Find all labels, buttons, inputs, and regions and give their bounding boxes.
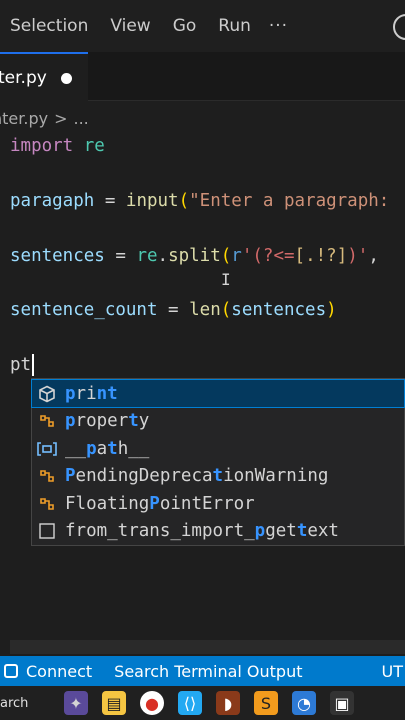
- var-paragaph: paragaph: [10, 191, 95, 211]
- operator: =: [94, 191, 126, 211]
- paren: ): [326, 300, 337, 320]
- menu-run[interactable]: Run: [218, 16, 251, 36]
- widget-icon[interactable]: ✦: [64, 691, 88, 715]
- more-menu-button[interactable]: ···: [269, 16, 288, 36]
- module-re: re: [136, 246, 158, 266]
- class-icon: [37, 494, 57, 514]
- code-line-9: pt: [10, 351, 35, 379]
- var-sentences: sentences: [10, 246, 105, 266]
- suggestion-item[interactable]: FloatingPointError: [32, 490, 404, 517]
- connect-button[interactable]: Connect: [26, 662, 92, 681]
- keyword-import: import: [10, 136, 74, 156]
- editor-tab-bar: ter.py: [0, 52, 405, 102]
- menu-view[interactable]: View: [110, 16, 150, 36]
- regex-close: ): [347, 246, 358, 266]
- suggestion-item[interactable]: __path__: [32, 435, 404, 462]
- breadcrumb: nter.py > ...: [0, 104, 405, 132]
- app-icon[interactable]: ◗: [216, 691, 240, 715]
- suggestion-item[interactable]: from_trans_import_pgettext: [32, 518, 404, 545]
- suggestion-label: print: [65, 383, 118, 404]
- menu-go[interactable]: Go: [173, 16, 197, 36]
- suggestion-label: __path__: [65, 438, 150, 459]
- encoding-indicator[interactable]: UT: [382, 662, 403, 681]
- operator: =: [104, 246, 137, 266]
- paren: (: [220, 300, 232, 320]
- code-line-3: paragaph = input("Enter a paragraph:: [10, 187, 389, 215]
- sublime-icon[interactable]: S: [254, 691, 278, 715]
- operator: =: [157, 300, 190, 320]
- file-explorer-icon[interactable]: ▤: [102, 691, 126, 715]
- text-cursor: [32, 354, 35, 376]
- func-len: len: [189, 300, 221, 320]
- account-icon[interactable]: [393, 14, 405, 40]
- suggestion-item[interactable]: print: [31, 379, 405, 408]
- suggestion-label: FloatingPointError: [65, 493, 255, 514]
- text-icon: [37, 521, 57, 541]
- horizontal-scrollbar[interactable]: [10, 640, 405, 654]
- comma: ,: [368, 246, 379, 266]
- breadcrumb-file[interactable]: nter.py: [0, 109, 48, 128]
- ibeam-cursor-icon: I: [221, 270, 231, 289]
- breadcrumb-more[interactable]: ...: [73, 109, 88, 128]
- menu-bar: Selection View Go Run ···: [0, 0, 405, 52]
- tab-counter-py[interactable]: ter.py: [0, 52, 88, 102]
- class-icon: [37, 411, 57, 431]
- unsaved-dot-icon[interactable]: [60, 72, 72, 84]
- status-bar: Connect Search Terminal Output UT: [0, 656, 405, 686]
- variable-icon: [37, 439, 57, 459]
- tab-label: ter.py: [0, 68, 47, 88]
- code-line-7: sentence_count = len(sentences): [10, 296, 337, 324]
- class-icon: [37, 466, 57, 486]
- raw-prefix: r: [231, 246, 242, 266]
- code-line-1: import re: [10, 132, 105, 160]
- remote-icon[interactable]: [4, 664, 18, 678]
- suggestion-item[interactable]: property: [32, 408, 404, 435]
- vscode-icon[interactable]: ⟨⟩: [178, 691, 202, 715]
- taskbar-search[interactable]: arch: [0, 696, 50, 711]
- quote: ': [241, 246, 253, 266]
- suggestion-label: property: [65, 411, 150, 431]
- menu-selection[interactable]: Selection: [10, 16, 88, 36]
- func-split: split: [168, 246, 221, 266]
- paren: (: [220, 246, 232, 266]
- search-terminal-output[interactable]: Search Terminal Output: [114, 662, 302, 681]
- module-re: re: [83, 136, 105, 156]
- func-input: input: [125, 191, 179, 211]
- arg-sentences: sentences: [231, 300, 327, 320]
- code-line-5: sentences = re.split(r'(?<=[.!?])',: [10, 242, 379, 270]
- suggest-widget: print property __path__ PendingDeprecationW…: [31, 378, 405, 546]
- regex-charclass: [.!?]: [294, 246, 348, 266]
- suggestion-item[interactable]: PendingDeprecationWarning: [32, 463, 404, 490]
- string-literal: "Enter a paragraph:: [189, 191, 390, 211]
- method-cube-icon: [37, 384, 57, 404]
- breadcrumb-separator: >: [54, 108, 68, 128]
- regex-lookbehind: (?<=: [252, 246, 295, 266]
- dot: .: [157, 246, 169, 266]
- edge-icon[interactable]: ◔: [292, 691, 316, 715]
- os-taskbar: arch ✦ ▤ ● ⟨⟩ ◗ S ◔ ▣: [0, 686, 405, 720]
- suggestion-label: PendingDeprecationWarning: [65, 466, 329, 486]
- terminal-icon[interactable]: ▣: [330, 691, 354, 715]
- typed-text: pt: [10, 355, 32, 375]
- paren: (: [178, 191, 190, 211]
- quote: ': [357, 246, 369, 266]
- chrome-icon[interactable]: ●: [140, 691, 164, 715]
- var-sentence-count: sentence_count: [10, 300, 158, 320]
- suggestion-label: from_trans_import_pgettext: [65, 521, 339, 541]
